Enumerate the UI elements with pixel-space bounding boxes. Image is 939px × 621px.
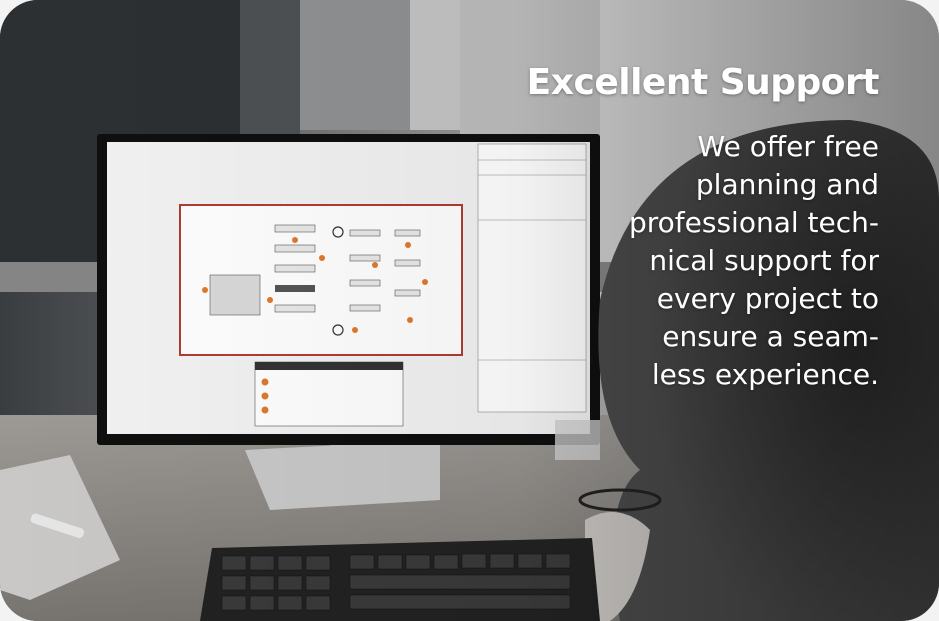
body-line: professional tech- — [628, 206, 879, 239]
support-text-block: Excellent Support We offer free planning… — [519, 60, 880, 394]
body-line: every project to — [656, 282, 879, 315]
card-title: Excellent Support — [526, 62, 880, 103]
body-line: nical support for — [649, 244, 879, 277]
body-line: planning and — [695, 168, 879, 201]
feature-card: Excellent Support We offer free planning… — [0, 0, 939, 621]
body-line: ensure a seam- — [662, 320, 879, 353]
body-line: We offer free — [697, 130, 879, 163]
body-line: less experience. — [651, 358, 879, 391]
